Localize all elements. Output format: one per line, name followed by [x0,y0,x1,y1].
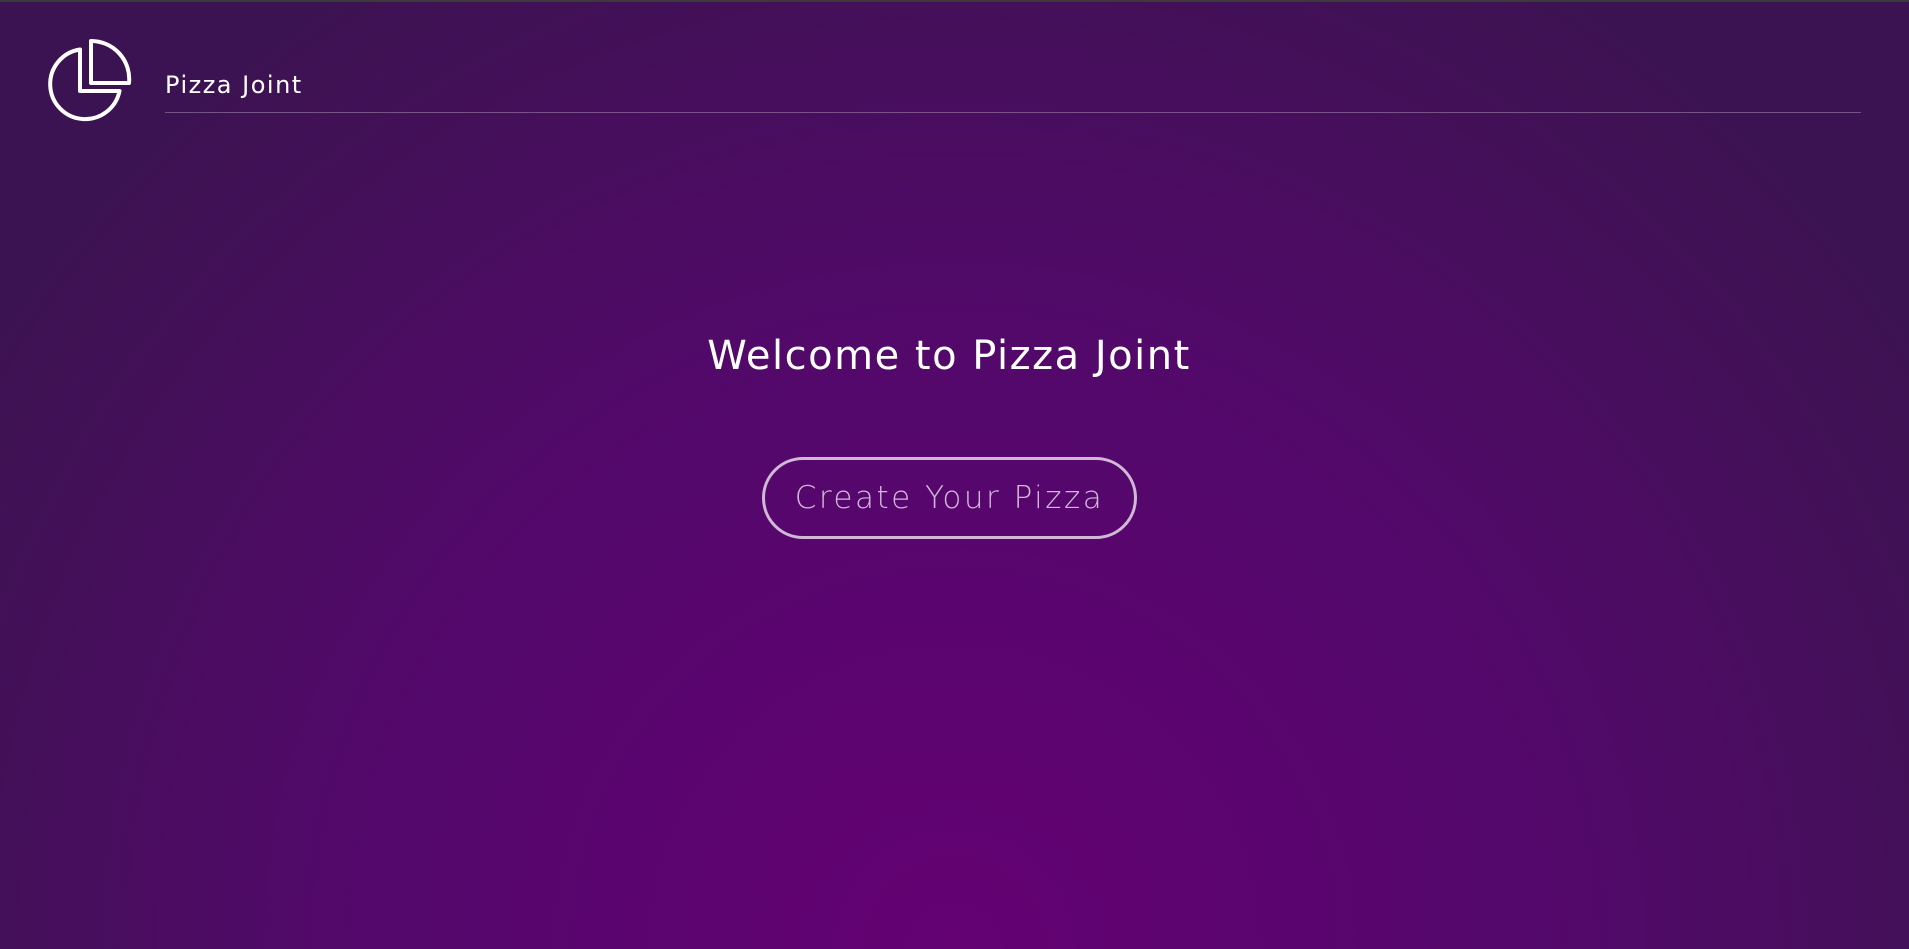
brand-name[interactable]: Pizza Joint [165,71,303,99]
page-title: Welcome to Pizza Joint [707,333,1191,379]
pie-chart-icon [48,38,132,122]
header-divider [165,112,1861,113]
create-pizza-button[interactable]: Create Your Pizza [762,457,1137,539]
window-top-edge [0,0,1909,2]
create-pizza-button-label: Create Your Pizza [794,480,1105,516]
